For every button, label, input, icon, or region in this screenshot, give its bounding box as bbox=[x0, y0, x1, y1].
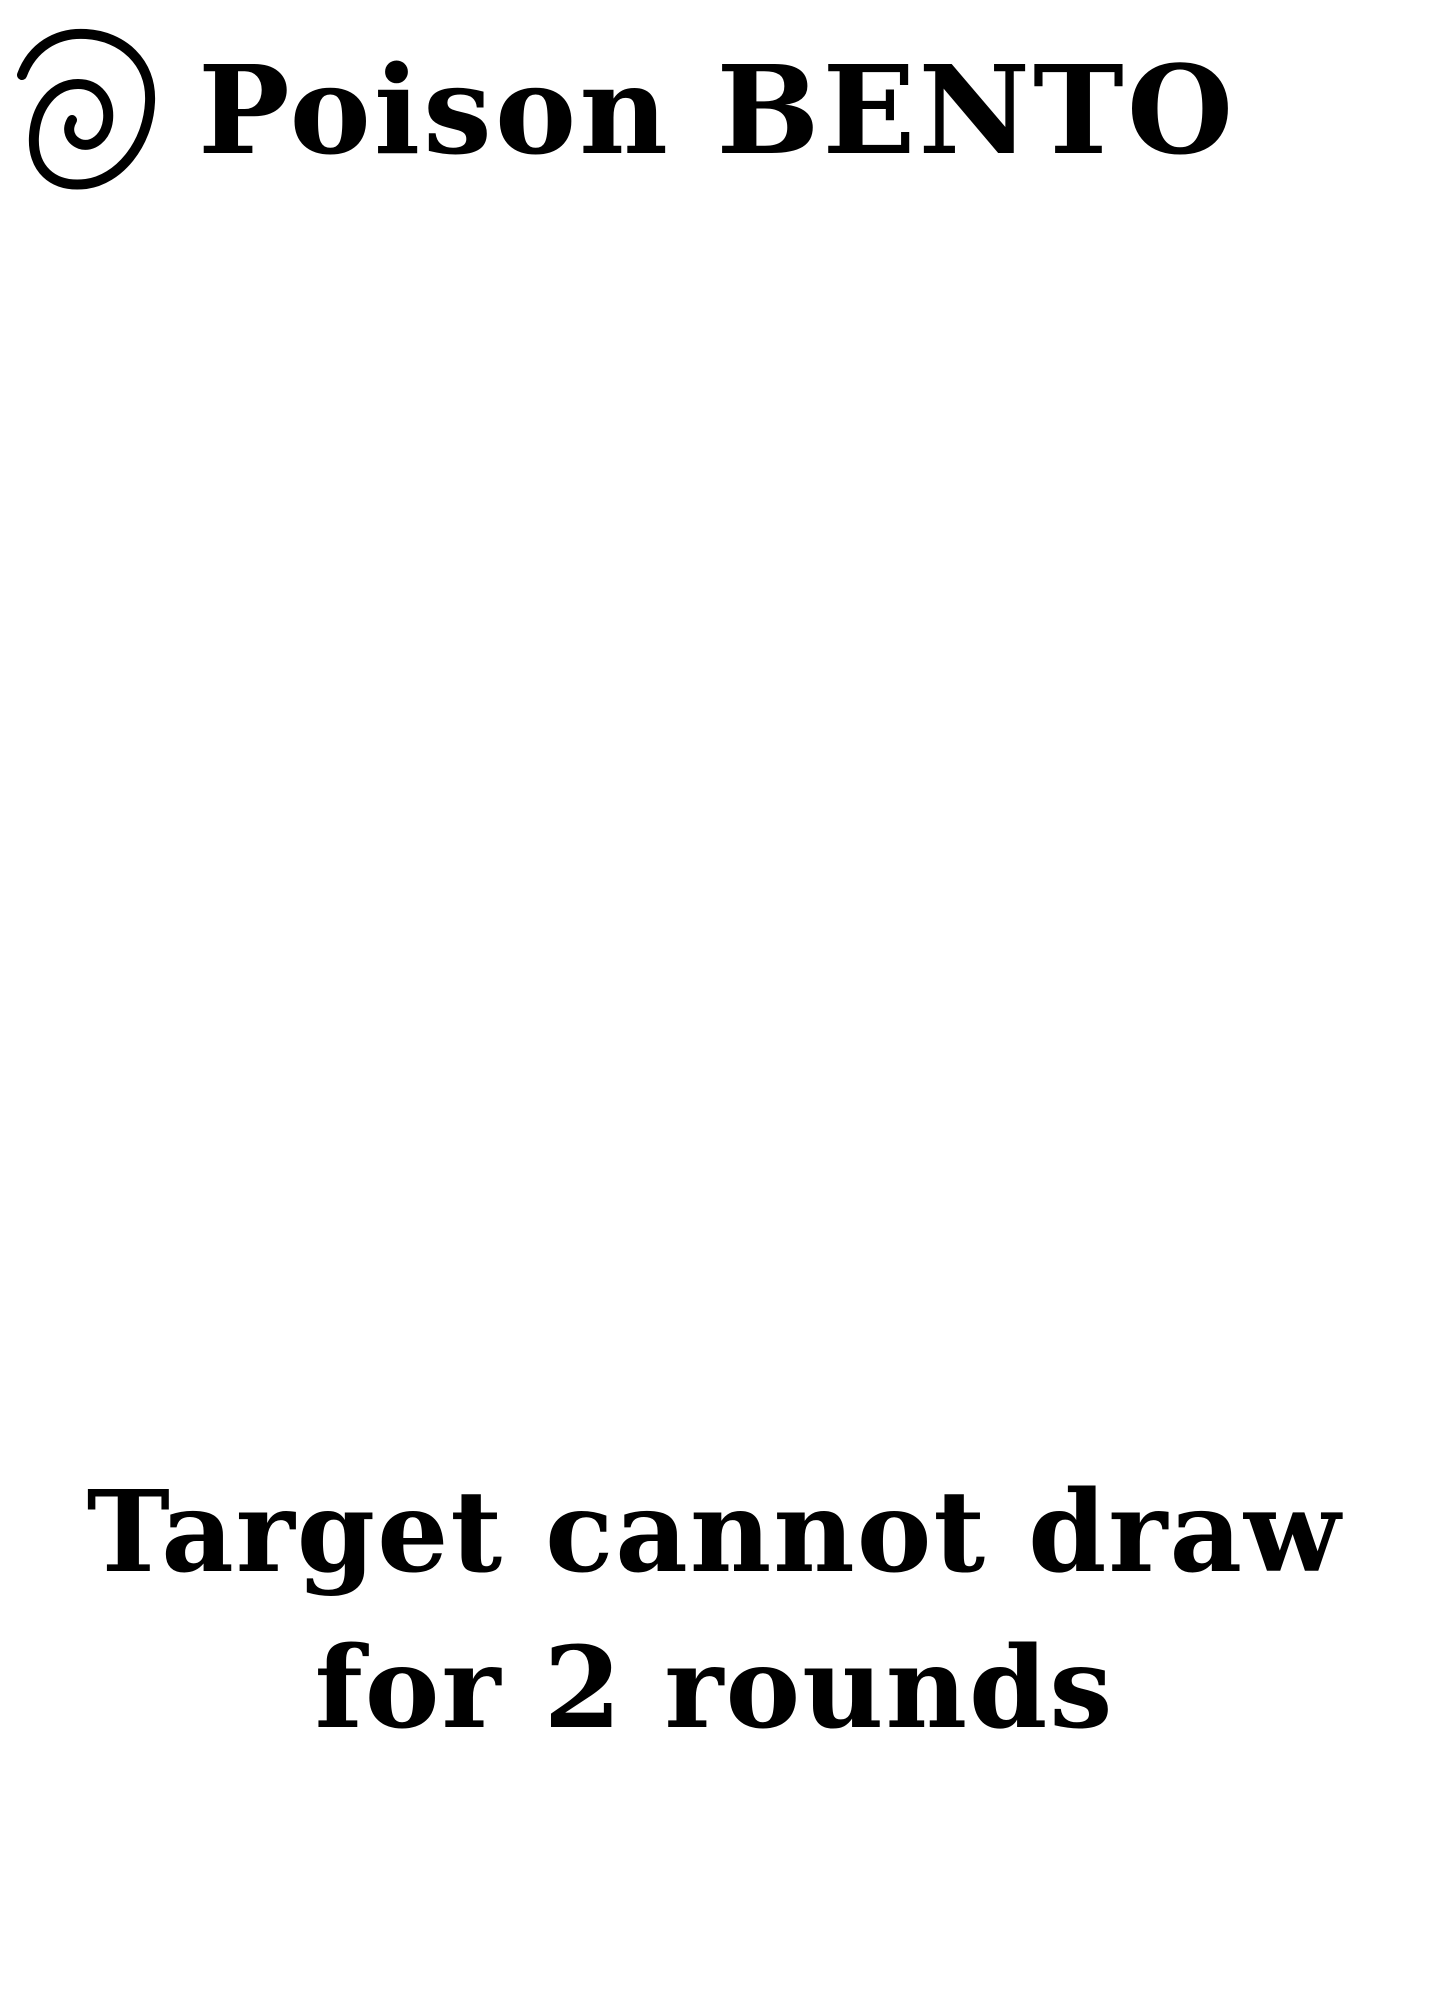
card-header: Poison BENTO bbox=[14, 10, 1236, 210]
card-effect-text: Target cannot draw for 2 rounds bbox=[86, 1467, 1343, 1754]
card: Poison BENTO Target cannot draw for 2 ro… bbox=[0, 0, 1429, 2000]
card-title: Poison BENTO bbox=[198, 38, 1237, 182]
spiral-icon bbox=[17, 28, 156, 190]
